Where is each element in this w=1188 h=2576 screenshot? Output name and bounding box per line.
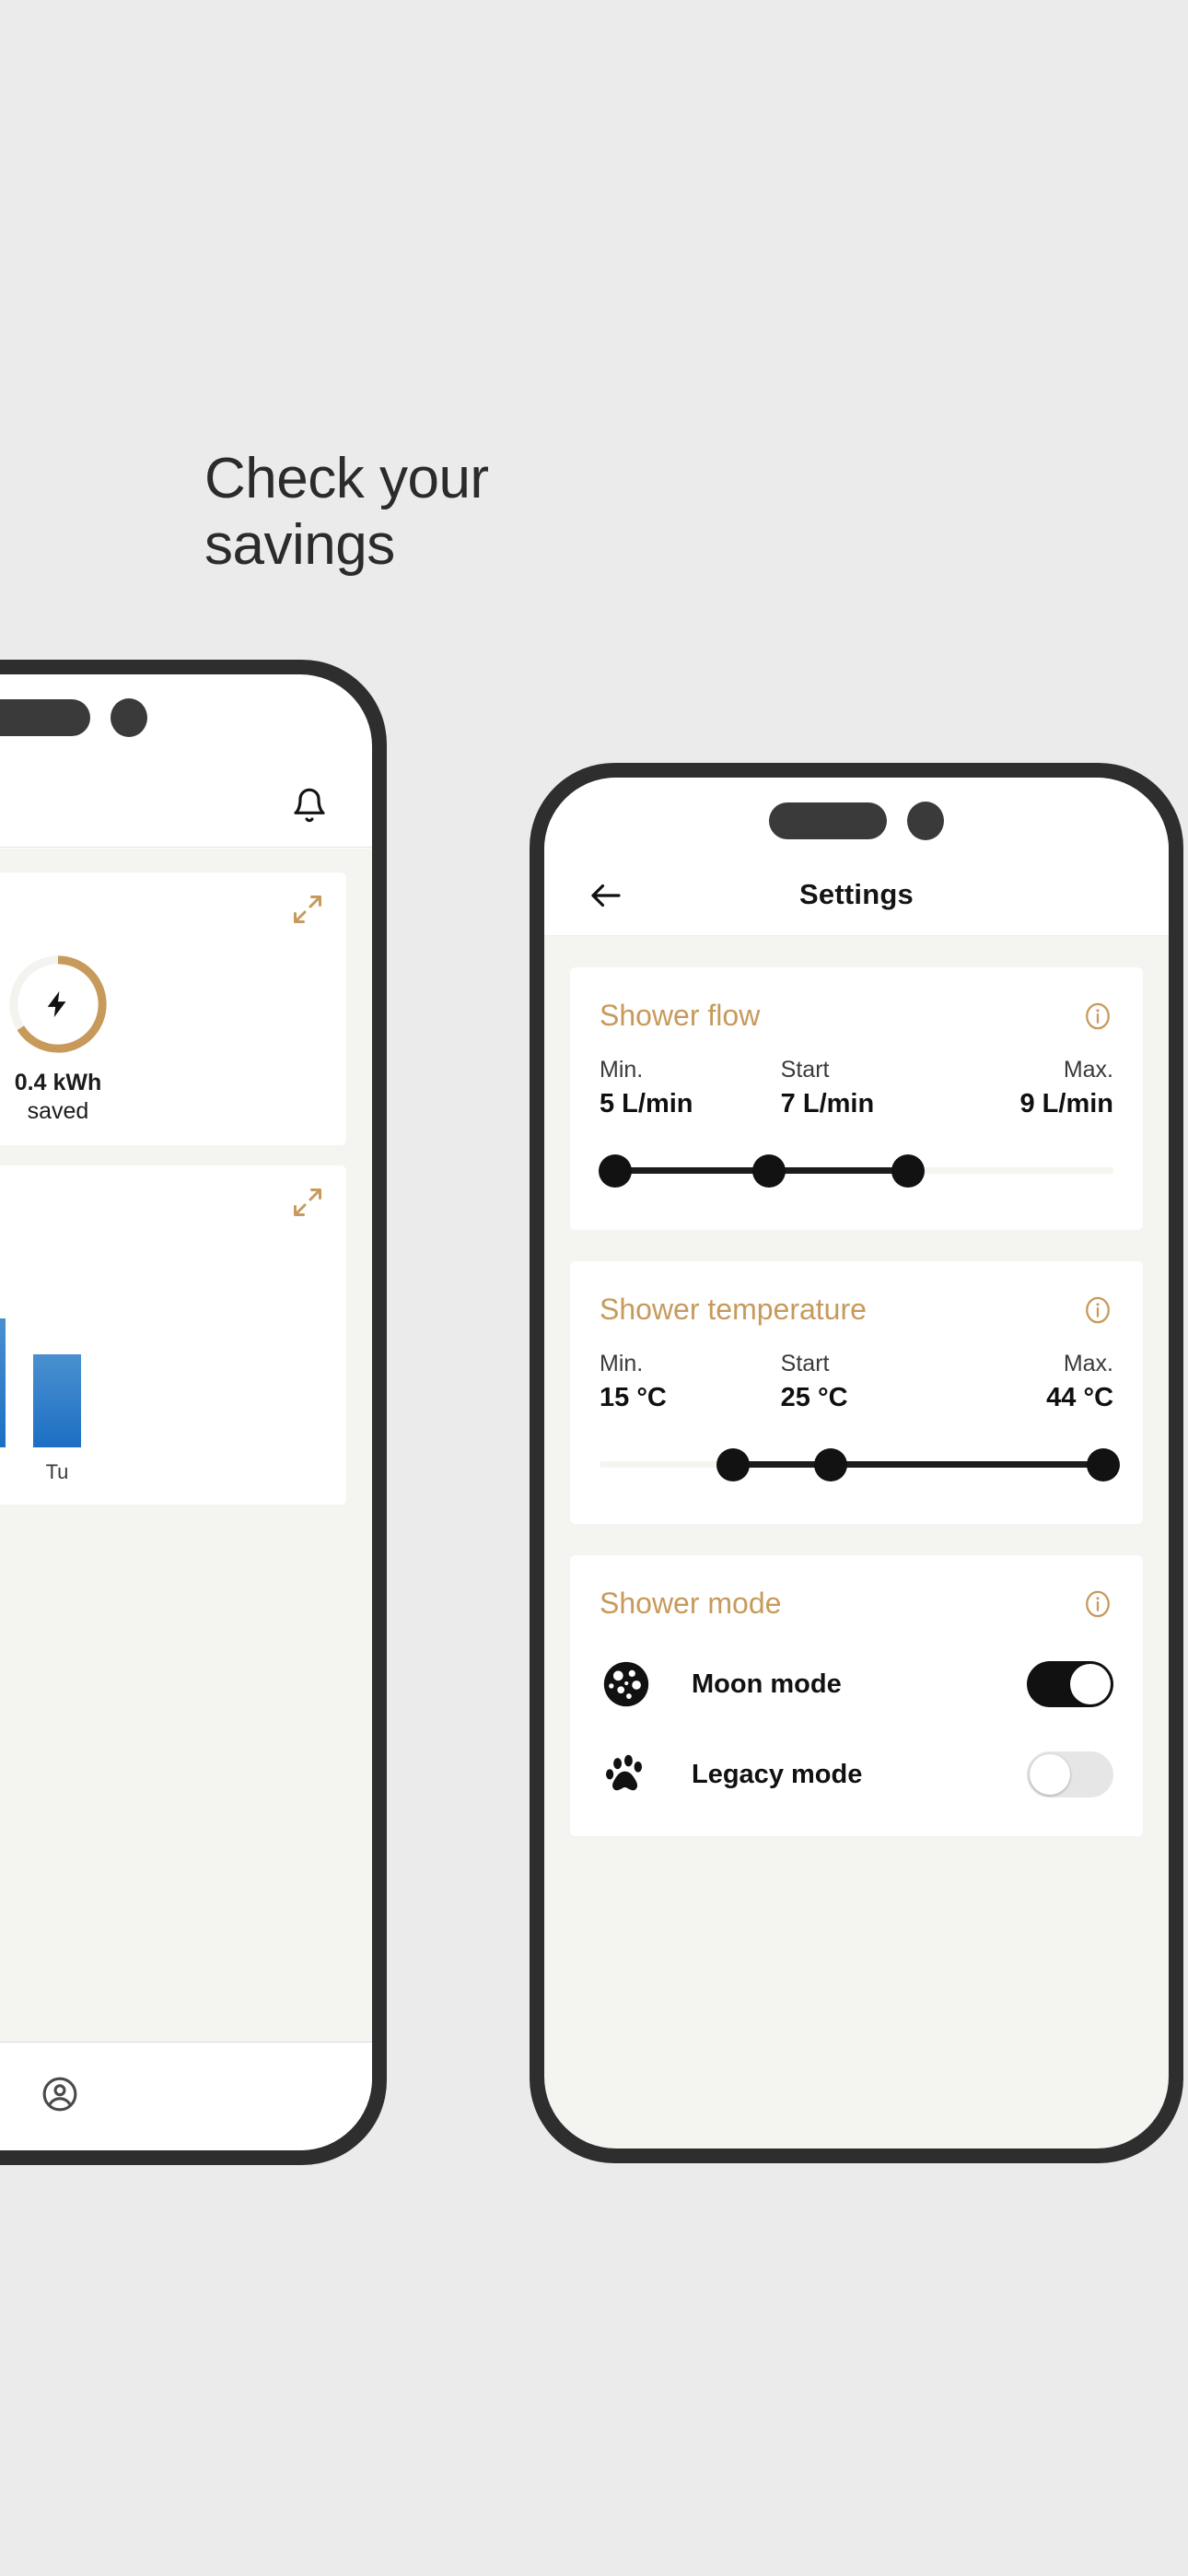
mode-row-moon[interactable]: Moon mode xyxy=(600,1657,1113,1711)
info-icon[interactable] xyxy=(1082,1001,1113,1032)
left-content-area: t resed xyxy=(0,849,372,2042)
back-arrow-icon[interactable] xyxy=(587,876,625,915)
slider-thumb-min[interactable] xyxy=(598,1154,632,1188)
flow-max-label: Max. xyxy=(1063,1057,1114,1083)
bell-icon[interactable] xyxy=(291,787,328,824)
ring-energy: 0.4 kWh saved xyxy=(0,953,127,1125)
island-pill xyxy=(769,802,887,839)
slider-thumb-start[interactable] xyxy=(814,1448,848,1481)
temp-max-label: Max. xyxy=(1063,1351,1114,1376)
shower-temperature-values: Min. 15 °C Start 25 °C Max. 44 °C xyxy=(600,1351,1113,1413)
temp-start-label: Start xyxy=(780,1351,830,1376)
screenshot-stage: Check your savings rbital xyxy=(0,0,1188,2576)
bolt-icon xyxy=(6,953,110,1056)
right-phone-screen: Settings Shower flow Min. 5 L/min Start … xyxy=(544,778,1169,2149)
right-phone-mockup: Settings Shower flow Min. 5 L/min Start … xyxy=(530,763,1183,2163)
temp-max-value: 44 °C xyxy=(1046,1383,1114,1412)
slider-thumb-min[interactable] xyxy=(716,1448,751,1481)
chart-bar-fill xyxy=(33,1354,81,1447)
energy-ring-sub: saved xyxy=(27,1097,89,1124)
settings-header: Settings xyxy=(544,778,1169,936)
left-bottom-nav xyxy=(0,2042,372,2150)
slider-fill xyxy=(733,1461,1103,1468)
left-phone-mockup: rbital t xyxy=(0,660,387,2165)
info-icon[interactable] xyxy=(1082,1294,1113,1326)
expand-icon[interactable] xyxy=(291,1186,324,1219)
temp-min-value: 15 °C xyxy=(600,1383,667,1412)
shower-flow-title: Shower flow xyxy=(600,999,761,1032)
island-camera-lens xyxy=(111,698,147,737)
legacy-mode-toggle[interactable] xyxy=(1027,1751,1113,1797)
shower-mode-header: Shower mode xyxy=(600,1587,1113,1621)
flow-start-label: Start xyxy=(780,1057,830,1083)
left-top-bar: rbital xyxy=(0,763,372,848)
energy-total: 611.8 kWh xyxy=(0,1213,322,1285)
shower-flow-header: Shower flow xyxy=(600,999,1113,1033)
page-title: Settings xyxy=(799,878,914,910)
energy-bar-chart xyxy=(0,1309,322,1447)
flow-max-value: 9 L/min xyxy=(1019,1089,1114,1118)
chart-axis-label: Tu xyxy=(45,1460,69,1483)
moon-mode-label: Moon mode xyxy=(692,1669,842,1699)
energy-ring-gauge xyxy=(6,953,110,1056)
energy-card[interactable]: 611.8 kWh SaSuMoTu xyxy=(0,1165,346,1505)
temp-min-label: Min. xyxy=(600,1351,644,1376)
flow-min-label: Min. xyxy=(600,1057,644,1083)
slider-thumb-start[interactable] xyxy=(752,1154,786,1188)
shower-temperature-card: Shower temperature Min. 15 °C Start 25 °… xyxy=(570,1261,1143,1524)
account-circle-icon[interactable] xyxy=(40,2074,80,2119)
shower-flow-card: Shower flow Min. 5 L/min Start 7 L/min M… xyxy=(570,967,1143,1230)
savings-rings: resed xyxy=(0,953,322,1125)
chart-bar xyxy=(0,1318,6,1447)
island-camera-lens xyxy=(907,802,944,840)
savings-card-title: t xyxy=(0,893,322,921)
flow-start: Start 7 L/min xyxy=(766,1057,948,1119)
energy-ring-label: 0.4 kWh saved xyxy=(15,1069,101,1125)
dynamic-island-left xyxy=(0,698,147,737)
flow-max: Max. 9 L/min xyxy=(947,1057,1114,1119)
temp-max: Max. 44 °C xyxy=(947,1351,1113,1413)
flow-start-value: 7 L/min xyxy=(780,1089,875,1118)
shower-mode-card: Shower mode Moon mode Legacy mode xyxy=(570,1555,1143,1836)
shower-mode-title: Shower mode xyxy=(600,1587,782,1620)
temp-min: Min. 15 °C xyxy=(600,1351,766,1413)
left-phone-screen: rbital t xyxy=(0,674,372,2150)
info-icon[interactable] xyxy=(1082,1588,1113,1620)
moon-icon xyxy=(600,1657,653,1711)
chart-bar xyxy=(33,1354,81,1447)
shower-flow-values: Min. 5 L/min Start 7 L/min Max. 9 L/min xyxy=(600,1057,1113,1119)
chart-axis-label: Mo xyxy=(0,1460,6,1484)
temp-start-value: 25 °C xyxy=(780,1383,848,1412)
slider-thumb-max[interactable] xyxy=(891,1154,925,1188)
shower-temperature-header: Shower temperature xyxy=(600,1293,1113,1327)
paw-icon xyxy=(600,1748,653,1801)
mode-row-legacy[interactable]: Legacy mode xyxy=(600,1748,1113,1801)
slider-thumb-max[interactable] xyxy=(1086,1448,1120,1481)
legacy-mode-label: Legacy mode xyxy=(692,1759,863,1789)
page-headline: Check your savings xyxy=(204,447,489,577)
shower-temperature-title: Shower temperature xyxy=(600,1293,867,1326)
flow-min-value: 5 L/min xyxy=(600,1089,693,1118)
toggle-knob xyxy=(1070,1664,1111,1704)
savings-card[interactable]: t resed xyxy=(0,872,346,1145)
island-pill xyxy=(0,699,90,736)
dynamic-island-right xyxy=(769,802,944,840)
temp-start: Start 25 °C xyxy=(766,1351,948,1413)
chart-bar-fill xyxy=(0,1318,6,1447)
shower-flow-slider[interactable] xyxy=(598,1145,1113,1195)
energy-chart-axis: SaSuMoTu xyxy=(0,1460,322,1484)
expand-icon[interactable] xyxy=(291,893,324,926)
toggle-knob xyxy=(1030,1754,1070,1795)
moon-mode-toggle[interactable] xyxy=(1027,1661,1113,1707)
shower-temperature-slider[interactable] xyxy=(600,1439,1120,1489)
energy-ring-value: 0.4 kWh xyxy=(14,1070,102,1095)
settings-content: Shower flow Min. 5 L/min Start 7 L/min M… xyxy=(544,936,1169,1868)
nav-placeholder-right[interactable] xyxy=(226,2078,262,2115)
flow-min: Min. 5 L/min xyxy=(600,1057,766,1119)
